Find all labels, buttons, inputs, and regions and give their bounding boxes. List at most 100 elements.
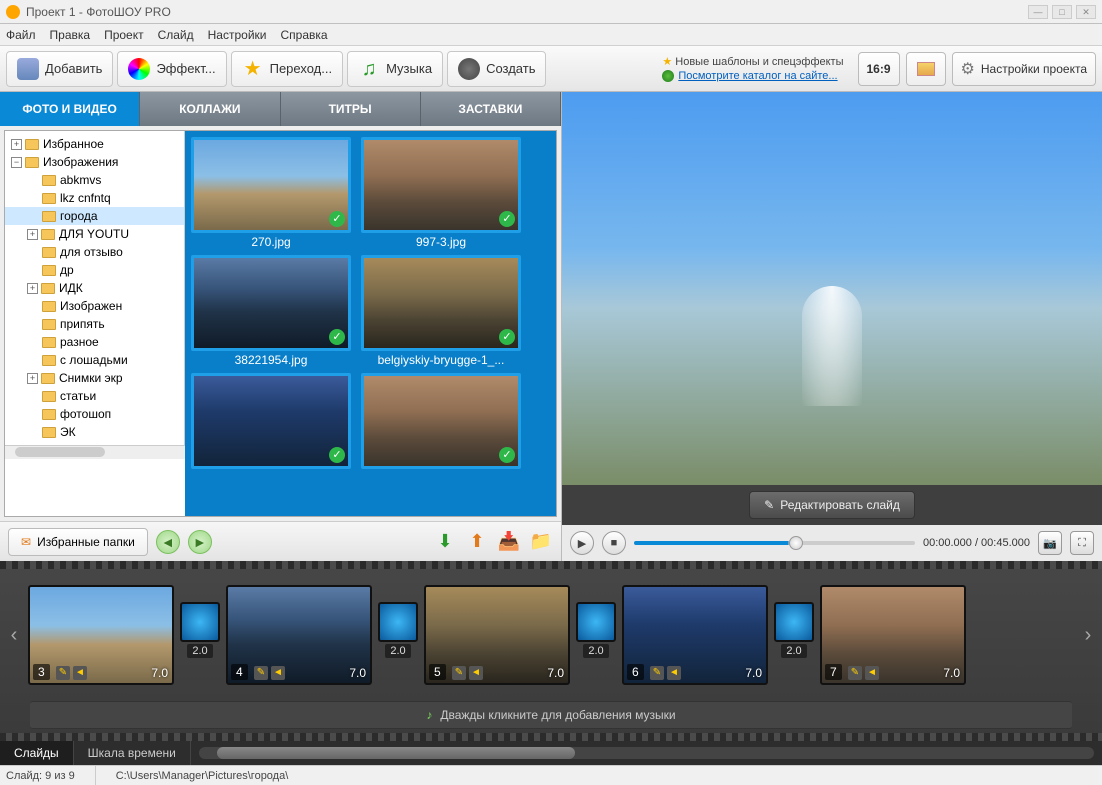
tree-node[interactable]: города [5,207,184,225]
film-reel-icon [458,58,480,80]
upload-icon[interactable]: ⬆ [465,530,489,554]
thumbnail[interactable]: ✓997-3.jpg [361,137,521,249]
transitions-button[interactable]: ★Переход... [231,51,343,87]
tab-photo-video[interactable]: ФОТО И ВИДЕО [0,92,140,126]
tree-node[interactable]: lkz cnfntq [5,189,184,207]
tree-node[interactable]: abkmvs [5,171,184,189]
playback-slider[interactable] [634,541,915,545]
thumbnail[interactable]: ✓ [361,373,521,471]
add-button[interactable]: Добавить [6,51,113,87]
arrow-left-icon[interactable]: ◄ [73,666,87,680]
import-icon[interactable]: 📥 [497,530,521,554]
project-settings-button[interactable]: ⚙Настройки проекта [952,52,1096,86]
tree-node[interactable]: +ДЛЯ YOUTU [5,225,184,243]
tree-node[interactable]: Изображен [5,297,184,315]
tab-titles[interactable]: ТИТРЫ [281,92,421,126]
fullscreen-button[interactable]: ⛶ [1070,531,1094,555]
menu-settings[interactable]: Настройки [208,28,267,42]
background-button[interactable] [906,52,946,86]
tab-timeline[interactable]: Шкала времени [74,741,191,765]
pencil-icon[interactable]: ✎ [848,666,862,680]
tree-scrollbar[interactable] [5,445,185,459]
edit-slide-button[interactable]: ✎Редактировать слайд [749,491,915,519]
timeline-prev[interactable]: ‹ [4,577,24,693]
nav-back-button[interactable]: ◄ [156,530,180,554]
tab-intros[interactable]: ЗАСТАВКИ [421,92,561,126]
pencil-icon[interactable]: ✎ [254,666,268,680]
folder-tree[interactable]: +Избранное−Изображенияabkmvslkz cnfntqго… [5,131,185,445]
tree-node[interactable]: др [5,261,184,279]
close-button[interactable]: ✕ [1076,5,1096,19]
thumbnail[interactable]: ✓38221954.jpg [191,255,351,367]
arrow-left-icon[interactable]: ◄ [667,666,681,680]
tab-collages[interactable]: КОЛЛАЖИ [140,92,280,126]
arrow-left-icon[interactable]: ◄ [469,666,483,680]
timeline: ‹ 3✎◄7.02.04✎◄7.02.05✎◄7.02.06✎◄7.02.07✎… [0,561,1102,741]
star-icon: ★ [662,56,672,68]
tree-node[interactable]: +Избранное [5,135,184,153]
pencil-icon[interactable]: ✎ [452,666,466,680]
titlebar: Проект 1 - ФотоШОУ PRO — □ ✕ [0,0,1102,24]
check-icon: ✓ [499,211,515,227]
transition-card[interactable]: 2.0 [376,602,420,668]
globe-icon [662,70,674,82]
tree-node[interactable]: фотошоп [5,405,184,423]
tree-node[interactable]: разное [5,333,184,351]
star-icon: ★ [242,58,264,80]
thumbnail[interactable]: ✓belgiyskiy-bryugge-1_... [361,255,521,367]
tree-node[interactable]: с лошадьми [5,351,184,369]
thumbnail[interactable]: ✓ [191,373,351,471]
transition-card[interactable]: 2.0 [772,602,816,668]
slide-card[interactable]: 6✎◄7.0 [622,585,768,685]
tree-node[interactable]: ЭК [5,423,184,441]
music-track[interactable]: ♪Дважды кликните для добавления музыки [30,701,1072,729]
slide-card[interactable]: 5✎◄7.0 [424,585,570,685]
tree-node[interactable]: −Изображения [5,153,184,171]
pencil-icon[interactable]: ✎ [650,666,664,680]
minimize-button[interactable]: — [1028,5,1048,19]
menu-slide[interactable]: Слайд [158,28,194,42]
tree-node[interactable]: для отзыво [5,243,184,261]
arrow-left-icon[interactable]: ◄ [865,666,879,680]
thumbnail[interactable]: ✓270.jpg [191,137,351,249]
maximize-button[interactable]: □ [1052,5,1072,19]
arrow-left-icon[interactable]: ◄ [271,666,285,680]
slides-container: 3✎◄7.02.04✎◄7.02.05✎◄7.02.06✎◄7.02.07✎◄7… [28,585,966,685]
tree-node[interactable]: припять [5,315,184,333]
stop-button[interactable]: ■ [602,531,626,555]
preview-image[interactable] [562,92,1102,485]
snapshot-button[interactable]: 📷 [1038,531,1062,555]
slide-card[interactable]: 3✎◄7.0 [28,585,174,685]
folder-icon[interactable]: 📁 [529,530,553,554]
timeline-next[interactable]: › [1078,577,1098,693]
effects-button[interactable]: Эффект... [117,51,226,87]
catalog-link[interactable]: Посмотрите каталог на сайте... [678,70,837,82]
thumbnail-grid[interactable]: ✓270.jpg✓997-3.jpg✓38221954.jpg✓belgiysk… [185,131,556,516]
timeline-scrollbar[interactable] [191,741,1102,765]
menu-project[interactable]: Проект [104,28,144,42]
tab-slides[interactable]: Слайды [0,741,74,765]
music-note-icon: ♪ [426,708,432,722]
tree-node[interactable]: статьи [5,387,184,405]
transition-card[interactable]: 2.0 [574,602,618,668]
aspect-ratio-button[interactable]: 16:9 [858,52,900,86]
pencil-icon[interactable]: ✎ [56,666,70,680]
status-path: C:\Users\Manager\Pictures\города\ [116,770,289,782]
check-icon: ✓ [499,447,515,463]
menu-edit[interactable]: Правка [50,28,91,42]
tree-node[interactable]: +Снимки экр [5,369,184,387]
menu-help[interactable]: Справка [280,28,327,42]
tree-node[interactable]: +ИДК [5,279,184,297]
create-button[interactable]: Создать [447,51,546,87]
preview-area [562,92,1102,485]
slide-card[interactable]: 7✎◄7.0 [820,585,966,685]
transition-card[interactable]: 2.0 [178,602,222,668]
menu-file[interactable]: Файл [6,28,36,42]
slide-card[interactable]: 4✎◄7.0 [226,585,372,685]
music-button[interactable]: ♫Музыка [347,51,443,87]
nav-forward-button[interactable]: ► [188,530,212,554]
favorite-folders-button[interactable]: ✉Избранные папки [8,528,148,556]
play-button[interactable]: ▶ [570,531,594,555]
window-title: Проект 1 - ФотоШОУ PRO [26,5,171,19]
download-icon[interactable]: ⬇ [433,530,457,554]
